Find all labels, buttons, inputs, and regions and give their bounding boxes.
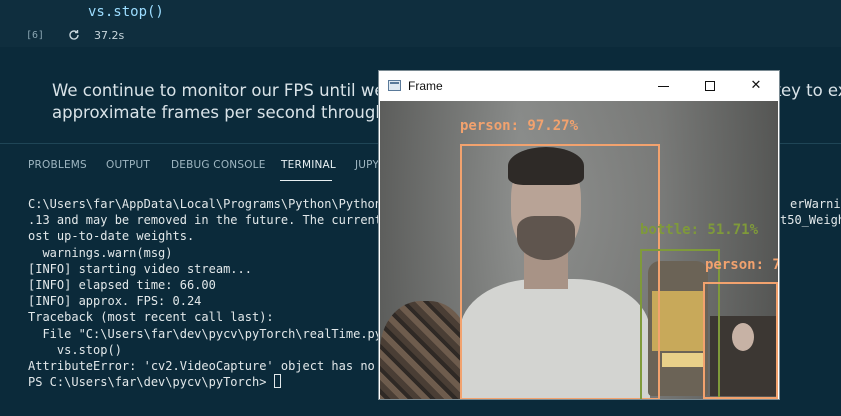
- detection-box-person-2: [703, 282, 778, 399]
- window-title: Frame: [408, 79, 443, 93]
- blanket: [380, 301, 470, 399]
- terminal-cursor: [273, 374, 281, 389]
- close-button[interactable]: ✕: [733, 71, 779, 101]
- detection-label-bottle: bottle: 51.71%: [640, 222, 759, 238]
- detection-box-person-1: [460, 144, 660, 399]
- maximize-icon: [705, 81, 715, 91]
- minimize-icon: [658, 86, 669, 87]
- tab-jupyter[interactable]: JUPY: [355, 159, 379, 171]
- code-cell[interactable]: vs.stop() [6] 37.2s: [0, 0, 841, 47]
- window-titlebar[interactable]: Frame ✕: [379, 71, 779, 101]
- code-line: vs.stop(): [88, 4, 164, 20]
- detection-label-person-2: person: 7: [705, 257, 778, 273]
- window-app-icon: [388, 80, 401, 91]
- minimize-button[interactable]: [641, 71, 687, 101]
- camera-frame: person: 97.27% bottle: 51.71% person: 7: [380, 101, 778, 399]
- tab-terminal[interactable]: TERMINAL: [281, 159, 336, 171]
- markdown-line-1-tail: key to ex: [772, 81, 841, 100]
- markdown-line-1-text: We continue to monitor our FPS until we …: [52, 81, 418, 100]
- execution-count: [6]: [26, 30, 45, 41]
- detection-label-person-1: person: 97.27%: [460, 118, 579, 134]
- maximize-button[interactable]: [687, 71, 733, 101]
- close-icon: ✕: [750, 78, 762, 93]
- tab-problems[interactable]: PROBLEMS: [28, 159, 87, 171]
- execution-time: 37.2s: [94, 29, 125, 42]
- tab-debug-console[interactable]: DEBUG CONSOLE: [171, 159, 266, 171]
- refresh-icon[interactable]: [68, 29, 80, 41]
- frame-window[interactable]: Frame ✕ person: 97.27% bottle: 51.71% pe…: [378, 70, 780, 400]
- terminal-fragment-warning: erWarning: [790, 197, 841, 211]
- tab-output[interactable]: OUTPUT: [106, 159, 150, 171]
- active-tab-indicator: [280, 180, 332, 181]
- terminal-fragment-weights: t50_Weigh: [780, 213, 841, 227]
- terminal-prompt: PS C:\Users\far\dev\pycv\pyTorch>: [28, 375, 274, 390]
